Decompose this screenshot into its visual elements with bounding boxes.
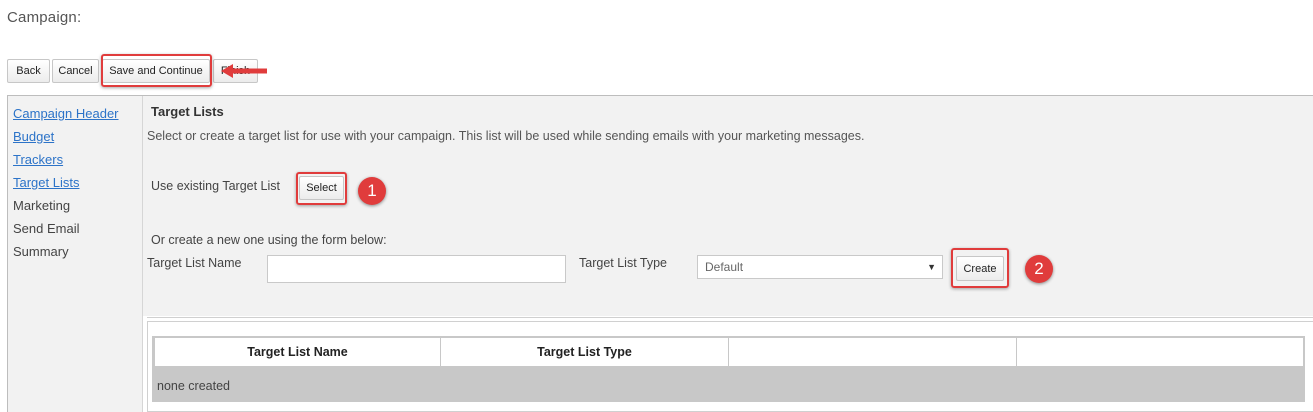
column-header-type: Target List Type — [441, 338, 729, 366]
target-list-type-value: Default — [705, 260, 744, 274]
section-description: Select or create a target list for use w… — [147, 129, 865, 143]
create-new-label: Or create a new one using the form below… — [151, 233, 387, 247]
sidebar-item-campaign-header[interactable]: Campaign Header — [13, 106, 119, 121]
sidebar-item-summary: Summary — [13, 244, 69, 259]
back-button[interactable]: Back — [7, 59, 50, 83]
sidebar-item-marketing: Marketing — [13, 198, 71, 213]
sidebar-item-target-lists[interactable]: Target Lists — [13, 175, 79, 190]
save-and-continue-button[interactable]: Save and Continue — [102, 59, 210, 83]
use-existing-label: Use existing Target List — [151, 179, 280, 193]
cancel-button[interactable]: Cancel — [52, 59, 99, 83]
target-list-name-input[interactable] — [267, 255, 566, 283]
select-button[interactable]: Select — [299, 176, 344, 200]
sidebar-item-budget[interactable]: Budget — [13, 129, 54, 144]
column-header-name: Target List Name — [155, 338, 441, 366]
column-header-4 — [1017, 338, 1303, 366]
target-list-name-label: Target List Name — [147, 256, 242, 270]
chevron-down-icon: ▼ — [927, 262, 936, 272]
page-title: Campaign: — [7, 9, 82, 26]
section-title: Target Lists — [151, 104, 224, 119]
step-1-badge: 1 — [358, 177, 386, 205]
create-button[interactable]: Create — [956, 256, 1004, 281]
target-list-type-label: Target List Type — [579, 256, 668, 270]
section-divider — [147, 317, 1313, 318]
target-list-type-select[interactable]: Default ▼ — [697, 255, 943, 279]
arrow-left-icon — [221, 64, 267, 78]
sidebar-item-trackers[interactable]: Trackers — [13, 152, 63, 167]
step-2-badge: 2 — [1025, 255, 1053, 283]
column-header-3 — [729, 338, 1017, 366]
empty-table-message: none created — [157, 379, 230, 393]
sidebar-item-send-email: Send Email — [13, 221, 80, 236]
